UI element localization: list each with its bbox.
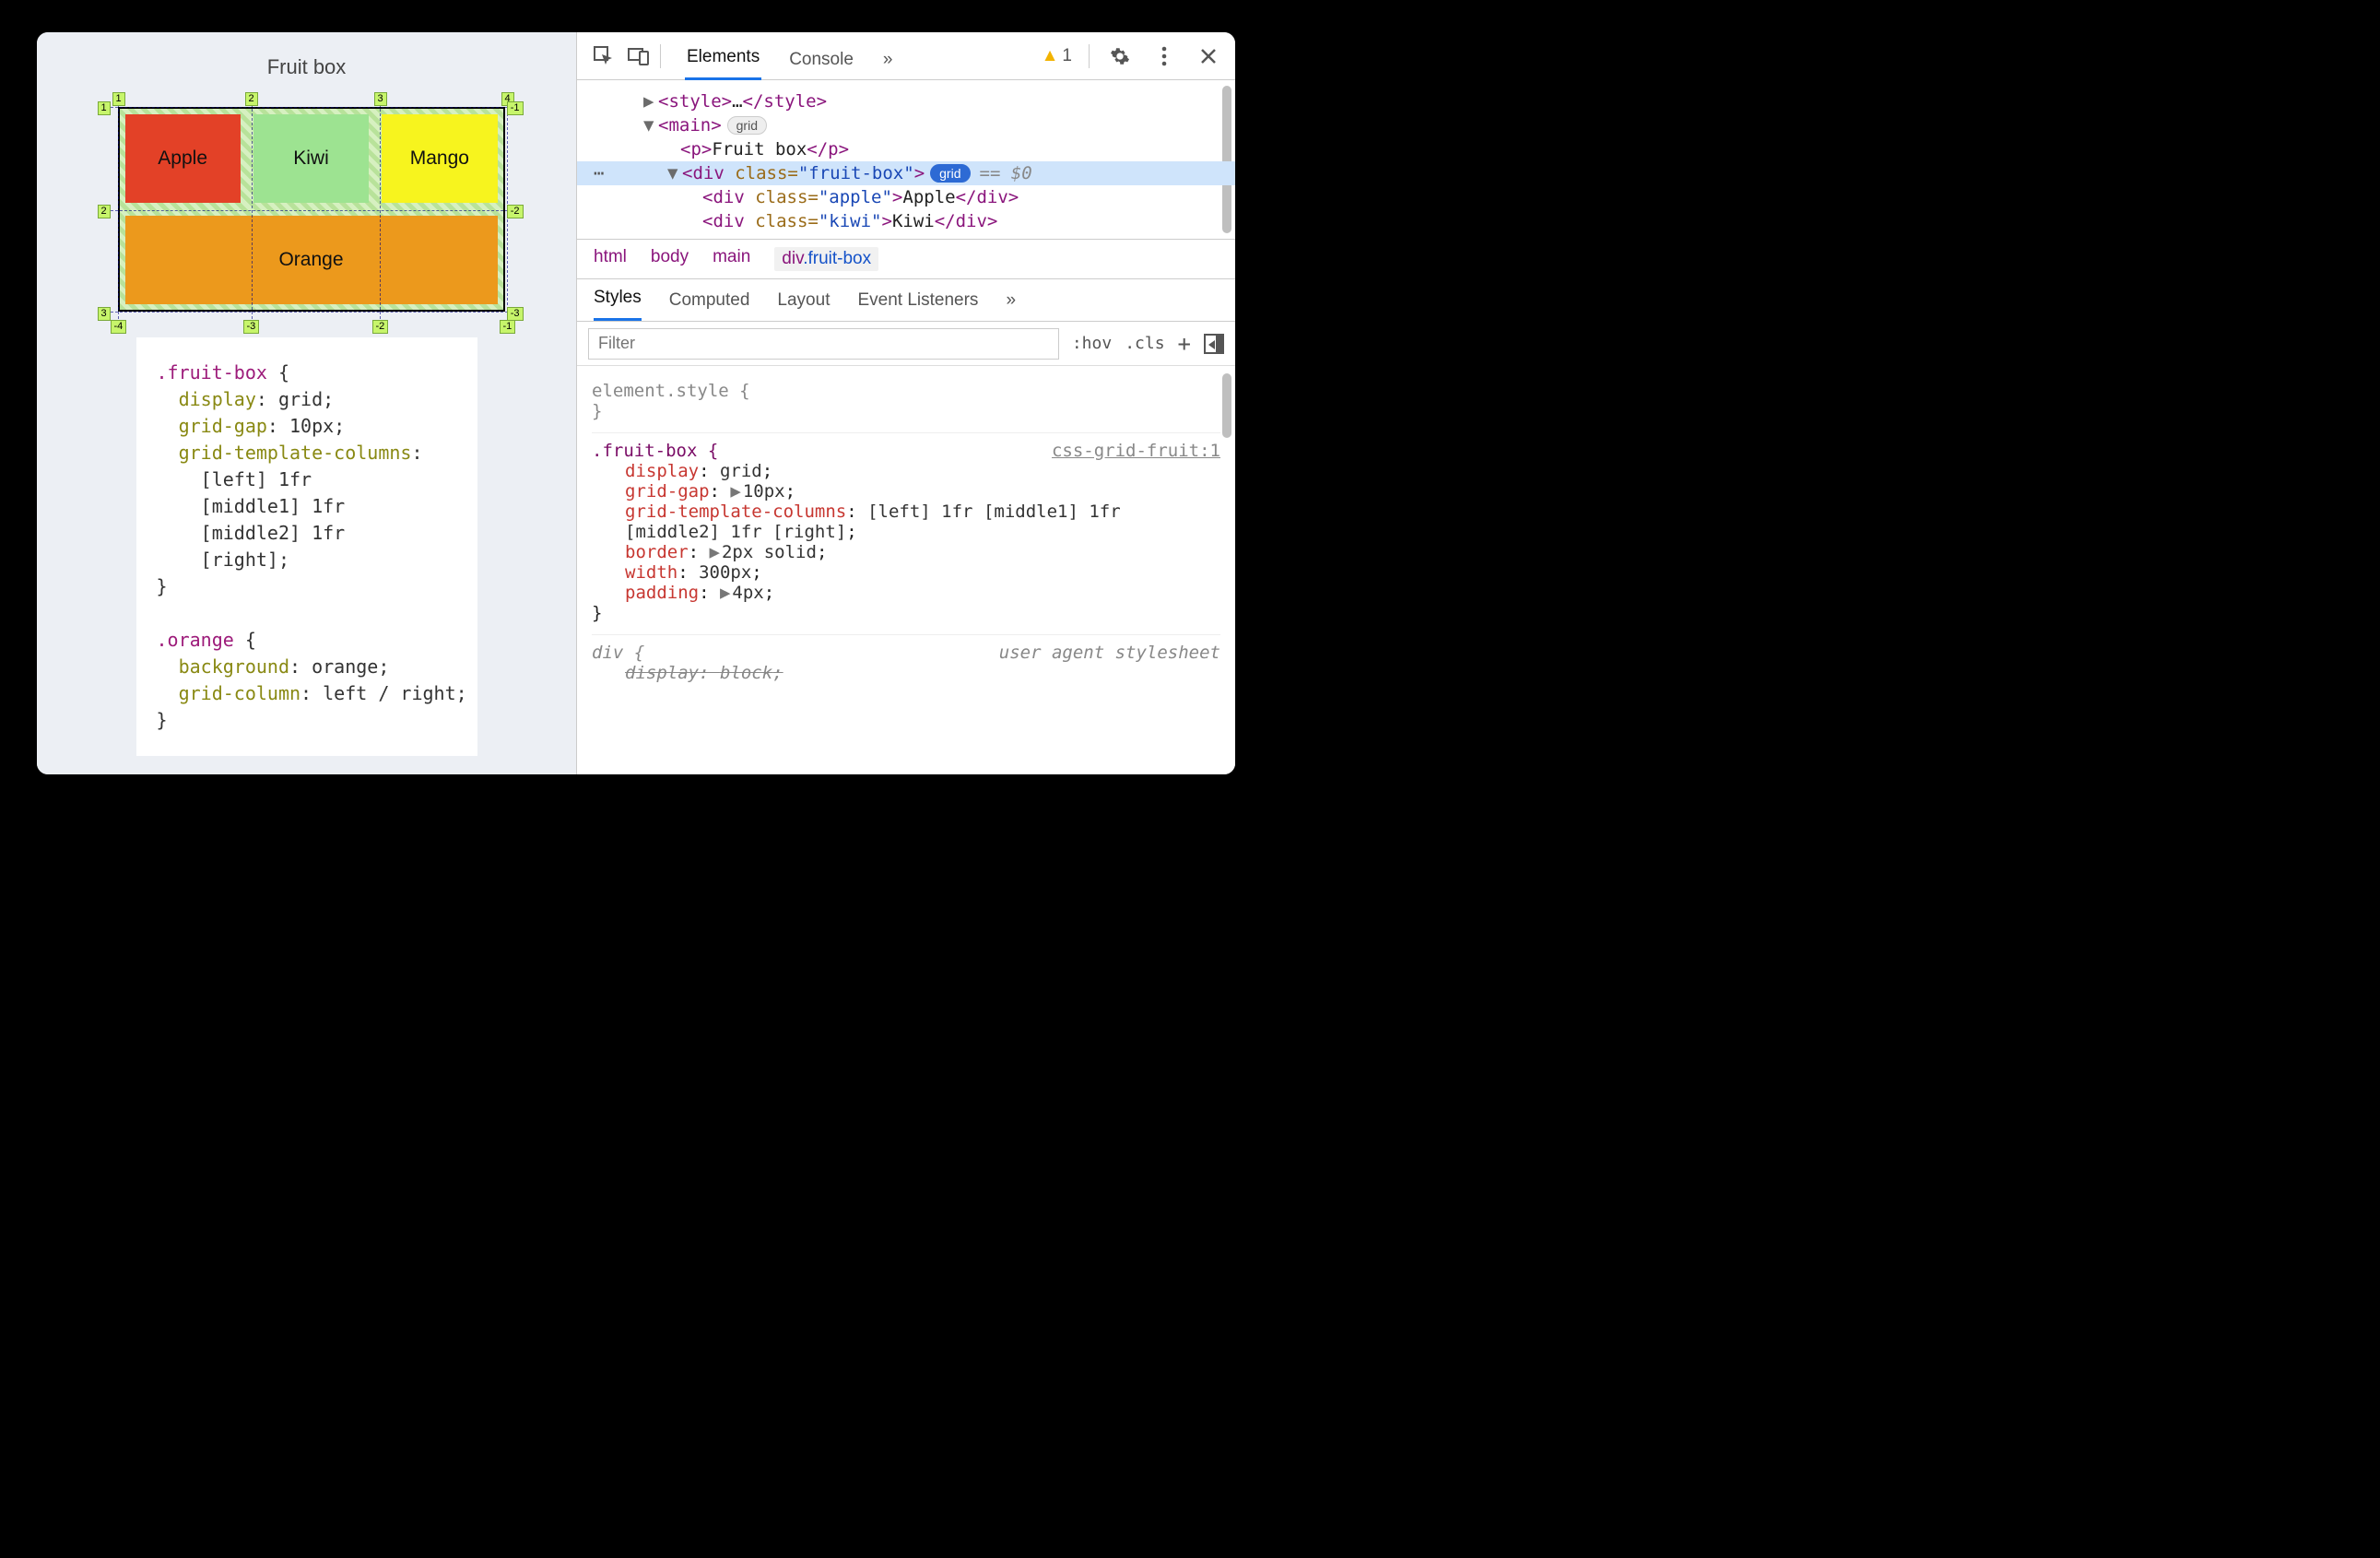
rule-source-link[interactable]: css-grid-fruit:1: [1052, 441, 1220, 461]
rule-close: }: [592, 603, 1220, 623]
decl[interactable]: padding: ▶4px;: [592, 583, 1220, 603]
dom-node-apple[interactable]: <div class="apple">Apple</div>: [577, 185, 1235, 209]
dom-node-kiwi[interactable]: <div class="kiwi">Kiwi</div>: [577, 209, 1235, 233]
grid-num: -2: [372, 320, 389, 334]
grid-line: [252, 100, 253, 319]
rule-close: }: [592, 401, 1220, 421]
grid-num: -2: [507, 205, 524, 218]
grid-num: -1: [500, 320, 516, 334]
decl[interactable]: display: grid;: [592, 461, 1220, 481]
subtab-events[interactable]: Event Listeners: [857, 290, 978, 321]
grid-chip[interactable]: grid: [727, 116, 767, 135]
devtools-toolbar: Elements Console » ▲ 1: [577, 32, 1235, 80]
warnings-badge[interactable]: ▲ 1: [1042, 46, 1072, 66]
grid-num: 3: [374, 92, 387, 106]
breadcrumb: html body main div.fruit-box: [577, 239, 1235, 279]
dom-tree[interactable]: ▶<style>…</style> ▼<main>grid <p>Fruit b…: [577, 80, 1235, 239]
chevron-right-icon[interactable]: ▶: [720, 583, 730, 603]
warning-icon: ▲: [1042, 46, 1059, 66]
rule-div-ua[interactable]: div { user agent stylesheet display: blo…: [592, 635, 1220, 694]
inspect-icon[interactable]: [590, 42, 618, 70]
warning-count: 1: [1062, 46, 1072, 66]
rule-selector: div {: [592, 643, 644, 663]
page-title: Fruit box: [267, 55, 347, 79]
dom-node-main[interactable]: ▼<main>grid: [577, 113, 1235, 137]
styles-subtabs: Styles Computed Layout Event Listeners »: [577, 279, 1235, 322]
cls-toggle[interactable]: .cls: [1125, 334, 1164, 353]
crumb-main[interactable]: main: [713, 247, 750, 271]
chevron-right-icon[interactable]: ▶: [730, 481, 740, 502]
cell-kiwi[interactable]: Kiwi: [253, 114, 369, 203]
crumb-html[interactable]: html: [594, 247, 627, 271]
dom-node-p[interactable]: <p>Fruit box</p>: [577, 137, 1235, 161]
rule-selector: element.style {: [592, 381, 1220, 401]
decl[interactable]: width: 300px;: [592, 562, 1220, 583]
grid-num: -1: [507, 101, 524, 115]
fruit-box-grid[interactable]: Apple Kiwi Mango Orange: [118, 107, 505, 312]
grid-line: [111, 312, 513, 313]
rule-selector: .fruit-box {: [592, 441, 718, 461]
cell-mango[interactable]: Mango: [382, 114, 497, 203]
tab-overflow[interactable]: »: [881, 50, 895, 80]
grid-line: [111, 210, 513, 211]
separator: [1089, 44, 1090, 68]
devtools-pane: Elements Console » ▲ 1: [576, 32, 1235, 774]
toggle-sidebar-icon[interactable]: [1204, 334, 1224, 354]
styles-filter-row: :hov .cls +: [577, 322, 1235, 366]
grid-num: -4: [111, 320, 127, 334]
dollar-zero: == $0: [980, 163, 1032, 183]
rule-element-style[interactable]: element.style { }: [592, 373, 1220, 433]
chevron-down-icon[interactable]: ▼: [643, 115, 654, 136]
grid-line: [111, 107, 513, 108]
decl[interactable]: border: ▶2px solid;: [592, 542, 1220, 562]
new-rule-button[interactable]: +: [1178, 331, 1191, 357]
grid-num: 2: [98, 205, 111, 218]
css-source-listing: .fruit-box { display: grid; grid-gap: 10…: [136, 337, 477, 756]
cell-orange[interactable]: Orange: [125, 216, 498, 304]
crumb-current[interactable]: div.fruit-box: [774, 247, 878, 271]
rule-source-ua: user agent stylesheet: [999, 643, 1220, 663]
separator: [660, 44, 661, 68]
subtab-computed[interactable]: Computed: [669, 290, 750, 321]
grid-line: [380, 100, 381, 319]
decl[interactable]: grid-gap: ▶10px;: [592, 481, 1220, 502]
panel-tabs: Elements Console »: [685, 32, 895, 79]
kebab-menu-icon[interactable]: [1150, 42, 1178, 70]
rule-fruit-box[interactable]: .fruit-box { css-grid-fruit:1 display: g…: [592, 433, 1220, 635]
chevron-right-icon[interactable]: ▶: [710, 542, 720, 562]
chevron-right-icon[interactable]: ▶: [643, 91, 654, 112]
grid-num: -3: [243, 320, 260, 334]
styles-filter-input[interactable]: [588, 328, 1059, 360]
decl[interactable]: display: block;: [592, 663, 1220, 683]
tab-console[interactable]: Console: [787, 50, 855, 80]
decl[interactable]: grid-template-columns: [left] 1fr [middl…: [592, 502, 1220, 542]
styles-panel[interactable]: element.style { } .fruit-box { css-grid-…: [577, 366, 1235, 774]
hov-toggle[interactable]: :hov: [1072, 334, 1112, 353]
close-icon[interactable]: [1195, 42, 1222, 70]
device-toggle-icon[interactable]: [625, 42, 653, 70]
settings-icon[interactable]: [1106, 42, 1134, 70]
rendered-page-pane: Fruit box 1 2 3 4 1 2 3 -1 -2 -3 -4 -3 -…: [37, 32, 576, 774]
scrollbar[interactable]: [1222, 373, 1231, 438]
tab-elements[interactable]: Elements: [685, 47, 761, 80]
grid-num: 1: [112, 92, 125, 106]
grid-line: [118, 100, 119, 319]
grid-num: 3: [98, 307, 111, 321]
subtab-overflow[interactable]: »: [1006, 290, 1016, 321]
grid-num: 2: [245, 92, 258, 106]
grid-num: 1: [98, 101, 111, 115]
dom-node-style[interactable]: ▶<style>…</style>: [577, 89, 1235, 113]
devtools-window: Fruit box 1 2 3 4 1 2 3 -1 -2 -3 -4 -3 -…: [37, 32, 1235, 774]
chevron-down-icon[interactable]: ▼: [667, 163, 678, 183]
crumb-body[interactable]: body: [651, 247, 689, 271]
grid-chip[interactable]: grid: [930, 164, 970, 183]
subtab-layout[interactable]: Layout: [777, 290, 830, 321]
dom-node-fruit-box[interactable]: ▼<div class="fruit-box">grid== $0: [577, 161, 1235, 185]
cell-apple[interactable]: Apple: [125, 114, 241, 203]
subtab-styles[interactable]: Styles: [594, 288, 642, 321]
grid-overlay-wrap: 1 2 3 4 1 2 3 -1 -2 -3 -4 -3 -2 -1 Apple…: [90, 90, 524, 337]
